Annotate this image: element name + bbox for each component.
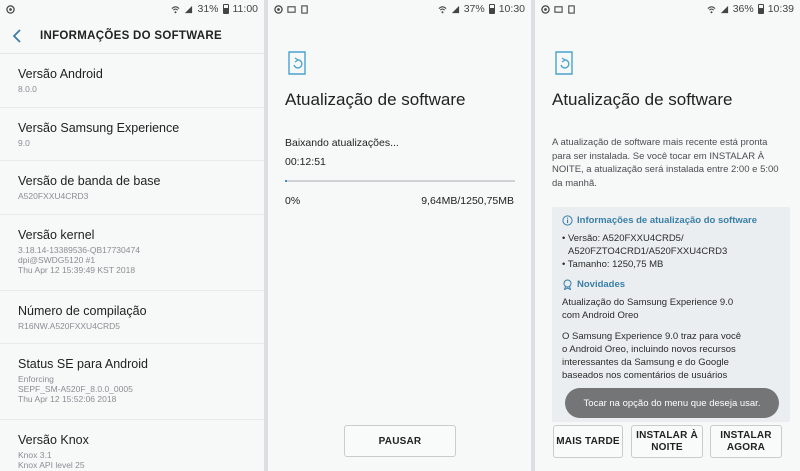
news-description-line: baseados nos comentários de usuários — [562, 370, 728, 381]
list-item-baseband-version[interactable]: Versão de banda de base A520FXXU4CRD3 — [0, 161, 264, 215]
info-list: Versão Android 8.0.0 Versão Samsung Expe… — [0, 54, 264, 471]
software-update-icon — [555, 51, 573, 75]
item-value: 9.0 — [18, 137, 30, 148]
update-ready-screen: 36% 10:39 Atualização de software A atua… — [535, 0, 800, 471]
signal-icon — [451, 5, 459, 13]
app-bar: INFORMAÇÕES DO SOFTWARE — [0, 18, 264, 54]
list-item-knox-version[interactable]: Versão Knox Knox 3.1 Knox API level 25 — [0, 420, 264, 471]
item-value: Thu Apr 12 15:39:49 KST 2018 — [18, 264, 136, 275]
list-item-build-number[interactable]: Número de compilação R16NW.A520FXXU4CRD5 — [0, 291, 264, 344]
download-status: Baixando atualizações... — [285, 137, 399, 149]
item-value: R16NW.A520FXXU4CRD5 — [18, 320, 121, 331]
notification-icon — [541, 4, 550, 14]
install-now-label-line2: AGORA — [726, 441, 766, 453]
signal-icon — [185, 5, 193, 13]
item-value: Knox API level 25 — [18, 460, 85, 470]
item-value: dpi@SWDG5120 #1 — [18, 254, 96, 265]
install-now-label-line1: INSTALAR — [720, 429, 772, 441]
toast-message: Tocar na opção do menu que deseja usar. — [565, 388, 779, 418]
news-badge-icon — [563, 279, 572, 290]
message-icon — [287, 5, 296, 13]
list-item-android-version[interactable]: Versão Android 8.0.0 — [0, 54, 264, 108]
news-description-line: O Samsung Experience 9.0 traz para você — [562, 331, 742, 342]
list-item-samsung-experience[interactable]: Versão Samsung Experience 9.0 — [0, 108, 264, 161]
item-title: Número de compilação — [18, 303, 147, 318]
install-tonight-button[interactable]: INSTALAR À NOITE — [631, 425, 703, 458]
news-heading: Novidades — [562, 279, 780, 290]
wifi-icon — [438, 5, 447, 13]
item-value: Thu Apr 12 15:52:06 2018 — [18, 394, 117, 404]
status-bar: 31% 11:00 — [0, 0, 264, 18]
elapsed-time: 00:12:51 — [285, 156, 326, 168]
battery-percent: 31% — [197, 3, 219, 15]
item-value: Enforcing — [18, 374, 54, 384]
notification-icon — [274, 4, 283, 14]
progress-percent: 0% — [285, 195, 301, 207]
info-icon — [562, 215, 573, 226]
battery-icon — [757, 4, 764, 14]
pause-button[interactable]: PAUSAR — [344, 425, 456, 457]
wifi-icon — [707, 5, 716, 13]
version-line-continued: A520FZTO4CRD1/A520FXXU4CRD3 — [568, 246, 728, 257]
list-item-se-status[interactable]: Status SE para Android Enforcing SEPF_SM… — [0, 344, 264, 420]
item-title: Versão Android — [18, 67, 103, 81]
info-heading: Informações de atualização do software — [562, 215, 780, 226]
battery-icon — [222, 4, 229, 14]
clock: 10:39 — [767, 3, 794, 15]
news-title-line: Atualização do Samsung Experience 9.0 — [562, 297, 734, 308]
message-icon — [554, 5, 563, 13]
install-tonight-label-line1: INSTALAR À — [636, 429, 698, 441]
progress-fill — [285, 180, 288, 182]
signal-icon — [720, 5, 728, 13]
later-button[interactable]: MAIS TARDE — [553, 425, 623, 458]
wifi-icon — [172, 5, 180, 13]
install-description: A atualização de software mais recente e… — [552, 137, 779, 189]
download-progress-screen: 37% 10:30 Atualização de software Baixan… — [268, 0, 531, 471]
item-title: Status SE para Android — [18, 357, 148, 371]
size-line: • Tamanho: 1250,75 MB — [562, 259, 664, 270]
item-value: 8.0.0 — [18, 84, 37, 94]
later-button-label: MAIS TARDE — [556, 436, 620, 447]
info-heading-text: Informações de atualização do software — [577, 215, 758, 226]
software-update-icon — [288, 51, 306, 75]
download-icon — [301, 4, 308, 14]
version-line: • Versão: A520FXXU4CRD5/ — [562, 233, 684, 244]
download-icon — [568, 4, 575, 14]
download-size: 9,64MB/1250,75MB — [421, 195, 514, 207]
item-title: Versão de banda de base — [18, 174, 161, 188]
battery-icon — [488, 4, 495, 14]
news-title-line: com Android Oreo — [562, 310, 639, 321]
clock: 11:00 — [232, 3, 259, 15]
page-title: INFORMAÇÕES DO SOFTWARE — [40, 29, 222, 42]
notification-icon — [6, 4, 15, 14]
clock: 10:30 — [498, 3, 525, 15]
item-value: 3.18.14-13389536-QB17730474 — [18, 244, 140, 255]
software-info-screen: 31% 11:00 INFORMAÇÕES DO SOFTWARE Versão… — [0, 0, 264, 471]
install-tonight-label-line2: NOITE — [651, 441, 683, 453]
item-title: Versão kernel — [18, 227, 95, 242]
news-description-line: o Android Oreo, incluindo novos recursos — [562, 344, 736, 355]
item-value: A520FXXU4CRD3 — [18, 191, 89, 201]
download-progress-bar — [285, 180, 515, 182]
item-value: SEPF_SM-A520F_8.0.0_0005 — [18, 384, 133, 394]
status-bar: 37% 10:30 — [268, 0, 531, 18]
item-title: Versão Samsung Experience — [18, 120, 180, 135]
news-heading-text: Novidades — [577, 279, 626, 290]
item-title: Versão Knox — [18, 433, 89, 447]
install-now-button[interactable]: INSTALAR AGORA — [710, 425, 782, 458]
back-arrow-icon[interactable] — [12, 28, 28, 44]
item-value: Knox 3.1 — [18, 450, 52, 460]
status-bar: 36% 10:39 — [535, 0, 800, 18]
battery-percent: 36% — [732, 3, 754, 15]
page-title: Atualização de software — [552, 90, 733, 109]
news-description-line: interessantes da Samsung e do Google — [562, 357, 729, 368]
battery-percent: 37% — [463, 3, 485, 15]
list-item-kernel-version[interactable]: Versão kernel 3.18.14-13389536-QB1773047… — [0, 215, 264, 291]
page-title: Atualização de software — [285, 90, 466, 109]
